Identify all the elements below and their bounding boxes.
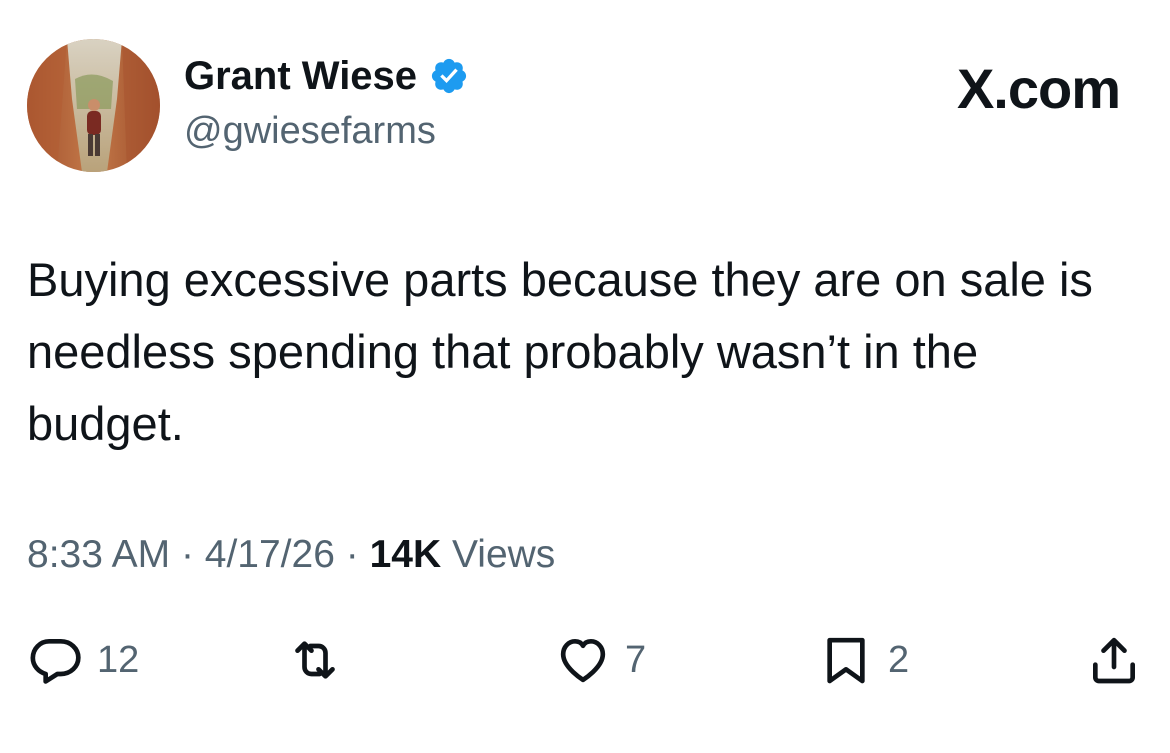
meta-separator: · xyxy=(180,533,194,576)
bookmark-count: 2 xyxy=(888,638,910,681)
bookmark-button[interactable]: 2 xyxy=(818,620,909,700)
display-name[interactable]: Grant Wiese xyxy=(184,52,417,100)
site-label: X.com xyxy=(956,57,1121,120)
display-name-row[interactable]: Grant Wiese xyxy=(184,52,469,100)
share-icon xyxy=(1093,637,1135,684)
heart-icon xyxy=(560,639,606,683)
action-bar: 12 7 2 xyxy=(0,620,1170,700)
reply-icon xyxy=(30,639,81,684)
reply-count: 12 xyxy=(97,638,140,681)
reply-button[interactable]: 12 xyxy=(27,620,139,700)
views-count: 14K xyxy=(369,533,442,576)
meta-separator: · xyxy=(345,533,359,576)
tweet-meta: 8:33 AM · 4/17/26 · 14K Views xyxy=(27,530,555,580)
user-handle[interactable]: @gwiesefarms xyxy=(184,108,436,154)
tweet-time[interactable]: 8:33 AM xyxy=(27,533,170,576)
views-label: Views xyxy=(451,533,556,576)
bookmark-icon xyxy=(827,637,865,684)
like-button[interactable]: 7 xyxy=(555,620,646,700)
verified-badge-icon xyxy=(429,56,469,96)
avatar[interactable] xyxy=(27,39,160,172)
share-button[interactable] xyxy=(1086,620,1142,700)
retweet-button[interactable] xyxy=(287,620,357,700)
tweet-text: Buying excessive parts because they are … xyxy=(27,253,1093,450)
retweet-icon xyxy=(295,641,335,679)
tweet-date[interactable]: 4/17/26 xyxy=(205,533,335,576)
avatar-image xyxy=(27,39,160,172)
like-count: 7 xyxy=(625,638,647,681)
